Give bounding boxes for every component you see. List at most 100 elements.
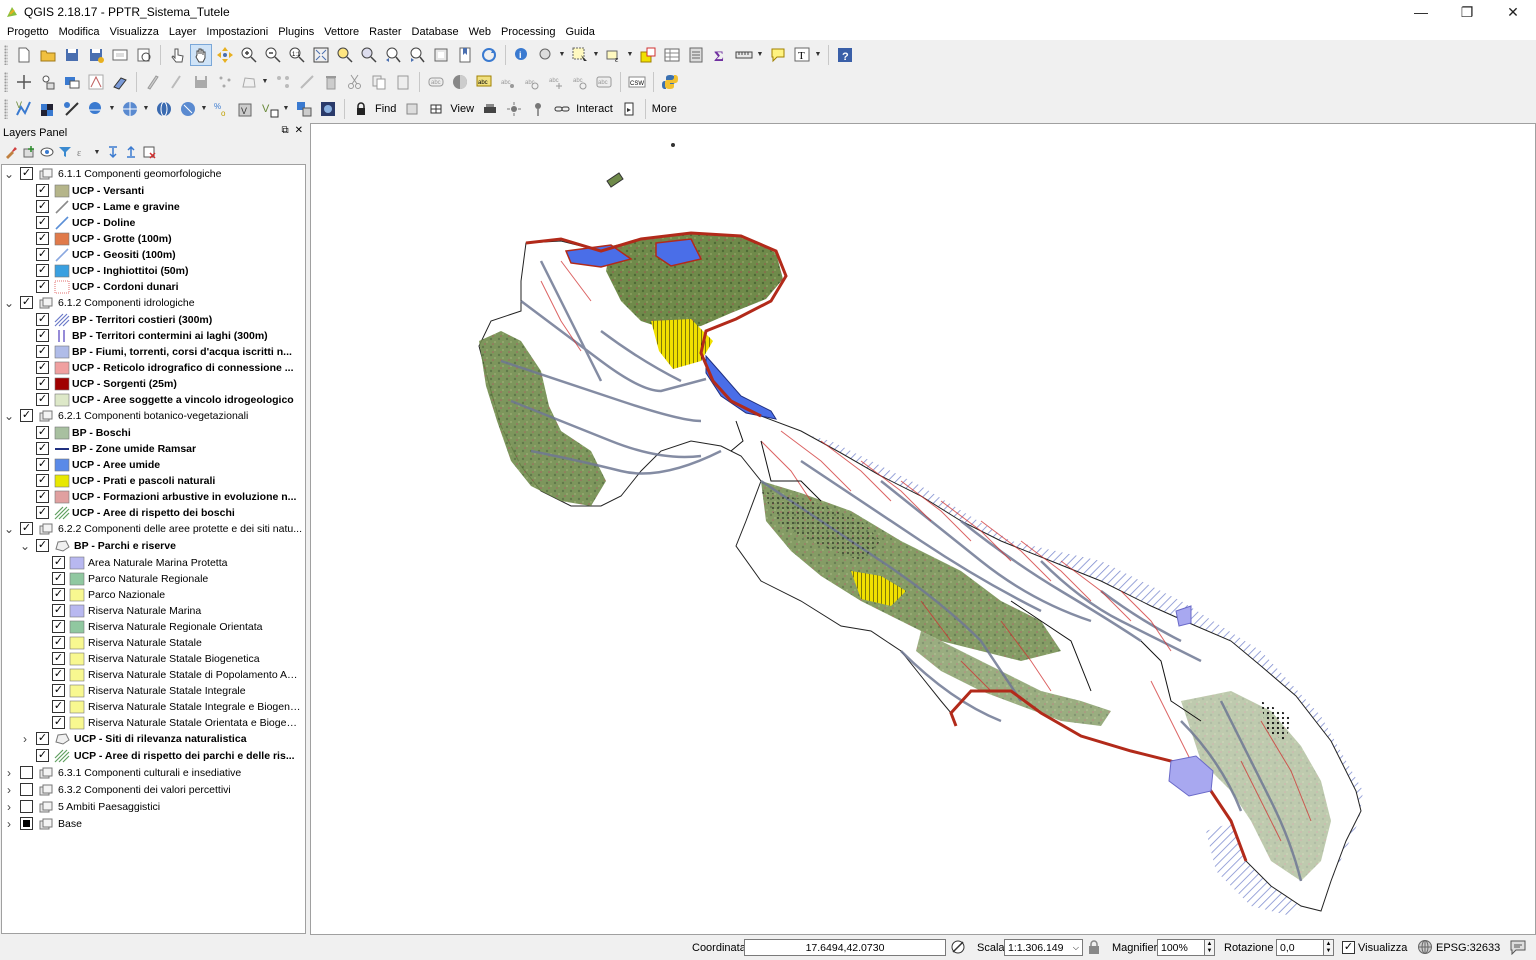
menu-database[interactable]: Database (407, 26, 464, 38)
layer-visibility-checkbox[interactable] (52, 604, 65, 617)
identify-features-icon[interactable]: i (511, 44, 533, 66)
layer-group-row[interactable]: › 6.3.1 Componenti culturali e insediativ… (2, 765, 305, 781)
layer-visibility-checkbox[interactable] (36, 458, 49, 471)
layer-visibility-checkbox[interactable] (52, 572, 65, 585)
expand-arrow-icon[interactable]: › (4, 782, 14, 798)
layer-properties-icon[interactable] (61, 71, 83, 93)
layer-visibility-checkbox[interactable] (52, 684, 65, 697)
expand-all-icon[interactable] (105, 144, 121, 160)
layer-visibility-checkbox[interactable] (36, 184, 49, 197)
messages-icon[interactable] (1509, 939, 1527, 955)
layer-visibility-checkbox[interactable] (52, 668, 65, 681)
expand-arrow-icon[interactable]: › (20, 731, 30, 747)
add-wms-layer-icon[interactable] (119, 98, 141, 120)
paste-features-icon[interactable] (392, 71, 414, 93)
layer-visibility-checkbox[interactable] (36, 345, 49, 358)
wfs-icon[interactable] (85, 71, 107, 93)
cut-features-icon[interactable] (344, 71, 366, 93)
delete-selected-icon[interactable] (320, 71, 342, 93)
menu-layer[interactable]: Layer (164, 26, 202, 38)
show-hide-labels-icon[interactable]: abc (521, 71, 543, 93)
layer-row[interactable]: BP - Territori costieri (300m) (2, 312, 305, 328)
scale-combobox[interactable]: 1:1.306.149 ⌵ (1004, 939, 1083, 956)
more-label[interactable]: More (652, 103, 677, 115)
toolbar-handle[interactable] (4, 98, 8, 119)
magnifier-spin-icon[interactable]: ▲ ▼ (1205, 939, 1215, 956)
coordinate-field[interactable]: 17.6494,42.0730 (744, 939, 946, 956)
find-label[interactable]: Find (375, 103, 396, 115)
layer-row[interactable]: UCP - Grotte (100m) (2, 231, 305, 247)
expand-arrow-icon[interactable]: › (4, 799, 14, 815)
menu-vettore[interactable]: Vettore (319, 26, 364, 38)
geoprocessing-icon[interactable] (109, 71, 131, 93)
collapse-arrow-icon[interactable]: ⌄ (4, 408, 14, 424)
interact-label[interactable]: Interact (576, 103, 613, 115)
layer-row[interactable]: UCP - Aree umide (2, 457, 305, 473)
close-window-button[interactable]: ✕ (1490, 0, 1536, 24)
select-dropdown-icon[interactable]: ▼ (592, 44, 600, 66)
expand-arrow-icon[interactable]: › (4, 816, 14, 832)
layer-row[interactable]: UCP - Aree di rispetto dei boschi (2, 505, 305, 521)
layer-group-row[interactable]: › 6.3.2 Componenti dei valori percettivi (2, 782, 305, 798)
add-layer-dropdown-icon[interactable]: ▼ (108, 98, 116, 120)
new-shapefile-icon[interactable]: V (259, 98, 281, 120)
open-project-icon[interactable] (37, 44, 59, 66)
layer-row[interactable]: UCP - Lame e gravine (2, 199, 305, 215)
menu-modifica[interactable]: Modifica (54, 26, 105, 38)
add-delimited-text-icon[interactable] (13, 71, 35, 93)
layer-visibility-checkbox[interactable] (52, 652, 65, 665)
new-map-view-icon[interactable] (430, 44, 452, 66)
layer-visibility-checkbox[interactable] (36, 539, 49, 552)
layer-row[interactable]: UCP - Cordoni dunari (2, 279, 305, 295)
touch-zoom-icon[interactable] (166, 44, 188, 66)
layer-group-row[interactable]: ⌄ 6.1.2 Componenti idrologiche (2, 295, 305, 311)
layer-row[interactable]: Area Naturale Marina Protetta (2, 555, 305, 571)
edit-pin-icon[interactable] (37, 71, 59, 93)
layer-labeling-icon[interactable] (449, 71, 471, 93)
scale-dropdown-icon[interactable]: ⌵ (1073, 943, 1079, 953)
find-icon[interactable] (401, 98, 423, 120)
layer-visibility-checkbox[interactable] (20, 409, 33, 422)
menu-impostazioni[interactable]: Impostazioni (201, 26, 273, 38)
toolbar-handle[interactable] (4, 71, 8, 92)
interact-icon[interactable] (618, 98, 640, 120)
print-composer-icon[interactable] (109, 44, 131, 66)
layer-row[interactable]: UCP - Aree soggette a vincolo idrogeolog… (2, 392, 305, 408)
layer-group-row[interactable]: ⌄ 6.2.1 Componenti botanico-vegetazionali (2, 408, 305, 424)
run-feature-action-icon[interactable] (535, 44, 557, 66)
zoom-last-icon[interactable] (382, 44, 404, 66)
layer-visibility-checkbox[interactable] (36, 329, 49, 342)
layer-row[interactable]: UCP - Reticolo idrografico di connession… (2, 360, 305, 376)
field-calculator-icon[interactable] (685, 44, 707, 66)
lock-scale-icon[interactable] (1087, 939, 1101, 955)
layer-visibility-checkbox[interactable] (20, 296, 33, 309)
pin-icon[interactable] (527, 98, 549, 120)
filter-dropdown-icon[interactable]: ▼ (93, 141, 101, 163)
add-group-icon[interactable] (21, 144, 37, 160)
minimize-button[interactable]: — (1398, 0, 1444, 24)
collapse-arrow-icon[interactable]: ⌄ (4, 166, 14, 182)
layer-visibility-checkbox[interactable] (20, 817, 33, 830)
menu-plugins[interactable]: Plugins (273, 26, 319, 38)
label-toolbar-icon[interactable]: abc (425, 71, 447, 93)
node-tool-icon[interactable] (296, 71, 318, 93)
add-wcs-layer-icon[interactable] (153, 98, 175, 120)
layer-row[interactable]: BP - Territori contermini ai laghi (300m… (2, 328, 305, 344)
layer-row[interactable]: UCP - Prati e pascoli naturali (2, 473, 305, 489)
magnifier-spinbox[interactable]: 100% ▲ ▼ (1157, 939, 1215, 956)
pan-map-icon[interactable] (190, 43, 212, 66)
save-edits-icon[interactable] (190, 71, 212, 93)
layer-row[interactable]: Parco Nazionale (2, 587, 305, 603)
restore-button[interactable]: ❐ (1444, 0, 1490, 24)
zoom-next-icon[interactable] (406, 44, 428, 66)
rotation-spin-icon[interactable]: ▲ ▼ (1324, 939, 1334, 956)
layer-group-row[interactable]: ⌄ 6.2.2 Componenti delle aree protette e … (2, 521, 305, 537)
save-as-icon[interactable] (85, 44, 107, 66)
change-label-icon[interactable]: abc (593, 71, 615, 93)
toggle-editing-icon[interactable] (166, 71, 188, 93)
layer-visibility-checkbox[interactable] (36, 442, 49, 455)
layer-row[interactable]: UCP - Aree di rispetto dei parchi e dell… (2, 748, 305, 764)
layer-visibility-checkbox[interactable] (20, 800, 33, 813)
collapse-arrow-icon[interactable]: ⌄ (4, 521, 14, 537)
layer-row[interactable]: Parco Naturale Regionale (2, 571, 305, 587)
